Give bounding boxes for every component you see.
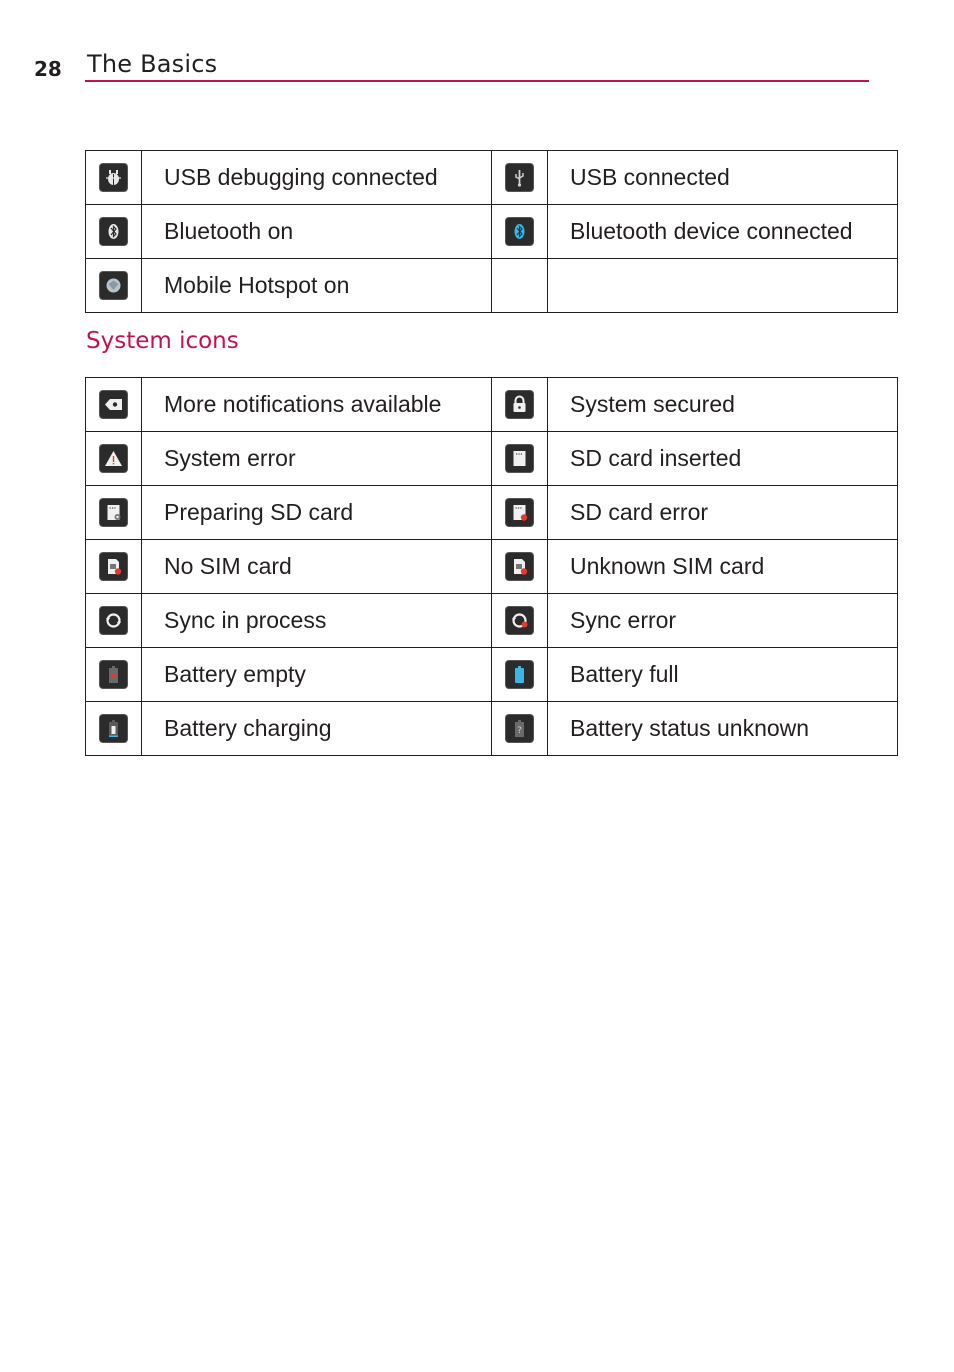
battery-unknown-icon: ? (506, 715, 533, 742)
icon-description: System secured (547, 377, 898, 432)
icon-description: Bluetooth on (141, 204, 492, 259)
icon-description: Unknown SIM card (547, 539, 898, 594)
usb-debugging-icon (100, 164, 127, 191)
table-row: Sync in process Sync error (85, 593, 898, 648)
table-row: Battery empty Battery full (85, 647, 898, 702)
notification-icons-table: USB debugging connected USB connected Bl… (85, 150, 898, 313)
icon-description: Bluetooth device connected (547, 204, 898, 259)
icon-description: SD card error (547, 485, 898, 540)
icon-description: More notifications available (141, 377, 492, 432)
icon-description: Sync error (547, 593, 898, 648)
sync-error-icon (506, 607, 533, 634)
table-row: No SIM card Unknown SIM card (85, 539, 898, 594)
icon-description: USB connected (547, 150, 898, 205)
sync-icon (100, 607, 127, 634)
usb-icon (506, 164, 533, 191)
icon-description: Battery empty (141, 647, 492, 702)
hotspot-icon (100, 272, 127, 299)
icon-description: Preparing SD card (141, 485, 492, 540)
battery-full-icon (506, 661, 533, 688)
unknown-sim-icon (506, 553, 533, 580)
icon-description: Sync in process (141, 593, 492, 648)
table-row: More notifications available System secu… (85, 377, 898, 432)
icon-description: Battery charging (141, 701, 492, 756)
table-row: USB debugging connected USB connected (85, 150, 898, 205)
icon-description: No SIM card (141, 539, 492, 594)
table-row: Mobile Hotspot on (85, 258, 898, 313)
chapter-title: The Basics (87, 50, 218, 78)
warning-icon (100, 445, 127, 472)
icon-description: USB debugging connected (141, 150, 492, 205)
battery-empty-icon (100, 661, 127, 688)
icon-description: SD card inserted (547, 431, 898, 486)
page-number: 28 (34, 57, 62, 81)
header-divider (85, 80, 869, 82)
bluetooth-connected-icon (506, 218, 533, 245)
section-heading: System icons (86, 328, 239, 354)
battery-charging-icon (100, 715, 127, 742)
no-sim-icon (100, 553, 127, 580)
lock-icon (506, 391, 533, 418)
table-row: Bluetooth on Bluetooth device connected (85, 204, 898, 259)
more-notifications-icon (100, 391, 127, 418)
empty-description-cell (547, 258, 898, 313)
icon-description: Battery status unknown (547, 701, 898, 756)
table-row: Preparing SD card SD card error (85, 485, 898, 540)
svg-text:?: ? (517, 726, 522, 736)
sd-card-error-icon (506, 499, 533, 526)
table-row: System error SD card inserted (85, 431, 898, 486)
icon-description: Battery full (547, 647, 898, 702)
table-row: Battery charging ? Battery status unknow… (85, 701, 898, 756)
icon-description: Mobile Hotspot on (141, 258, 492, 313)
system-icons-table: More notifications available System secu… (85, 377, 898, 756)
empty-icon-cell (491, 258, 548, 313)
icon-description: System error (141, 431, 492, 486)
sd-card-icon (506, 445, 533, 472)
sd-card-preparing-icon (100, 499, 127, 526)
bluetooth-icon (100, 218, 127, 245)
